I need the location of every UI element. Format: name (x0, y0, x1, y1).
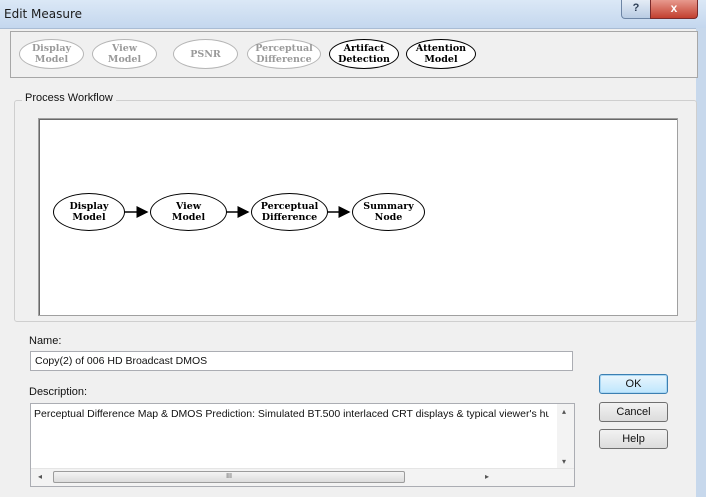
cancel-button[interactable]: Cancel (599, 402, 668, 422)
description-field[interactable]: Perceptual Difference Map & DMOS Predict… (30, 403, 575, 487)
workflow-node-view-model[interactable]: View Model (150, 193, 227, 231)
edit-measure-dialog: Edit Measure ? x Display Model View Mode… (0, 0, 706, 497)
process-workflow-label: Process Workflow (22, 92, 116, 104)
toolbar-display-model[interactable]: Display Model (19, 39, 84, 69)
name-field[interactable]: Copy(2) of 006 HD Broadcast DMOS (30, 351, 573, 371)
workflow-canvas[interactable]: Display Model View Model Perceptual Diff… (38, 118, 678, 316)
toolbar-view-model[interactable]: View Model (92, 39, 157, 69)
toolbar-psnr[interactable]: PSNR (173, 39, 238, 69)
toolbar-perceptual-difference[interactable]: Perceptual Difference (247, 39, 321, 69)
scroll-right-icon[interactable]: ▸ (485, 472, 489, 481)
toolbar-artifact-detection[interactable]: Artifact Detection (329, 39, 399, 69)
toolbar-attention-model[interactable]: Attention Model (406, 39, 476, 69)
name-label: Name: (29, 335, 62, 347)
workflow-node-perceptual-difference[interactable]: Perceptual Difference (251, 193, 328, 231)
description-text: Perceptual Difference Map & DMOS Predict… (34, 408, 549, 420)
help-title-button[interactable]: ? (621, 0, 651, 19)
title-bar[interactable]: Edit Measure ? x (0, 0, 706, 29)
close-button[interactable]: x (650, 0, 698, 19)
window-frame-edge (696, 28, 706, 497)
workflow-node-display-model[interactable]: Display Model (53, 193, 125, 231)
scroll-left-icon[interactable]: ◂ (38, 472, 42, 481)
ok-button[interactable]: OK (599, 374, 668, 394)
description-vertical-scrollbar[interactable]: ▴ ▾ (557, 404, 574, 470)
window-title: Edit Measure (4, 7, 83, 21)
help-button[interactable]: Help (599, 429, 668, 449)
horizontal-scroll-thumb[interactable]: III (53, 471, 405, 483)
model-toolbar: Display Model View Model PSNR Perceptual… (10, 31, 698, 78)
workflow-node-summary-node[interactable]: Summary Node (352, 193, 425, 231)
description-label: Description: (29, 386, 88, 398)
scroll-up-icon[interactable]: ▴ (562, 407, 566, 416)
scroll-down-icon[interactable]: ▾ (562, 457, 566, 466)
description-horizontal-scrollbar[interactable]: ◂ III ▸ (31, 468, 574, 486)
